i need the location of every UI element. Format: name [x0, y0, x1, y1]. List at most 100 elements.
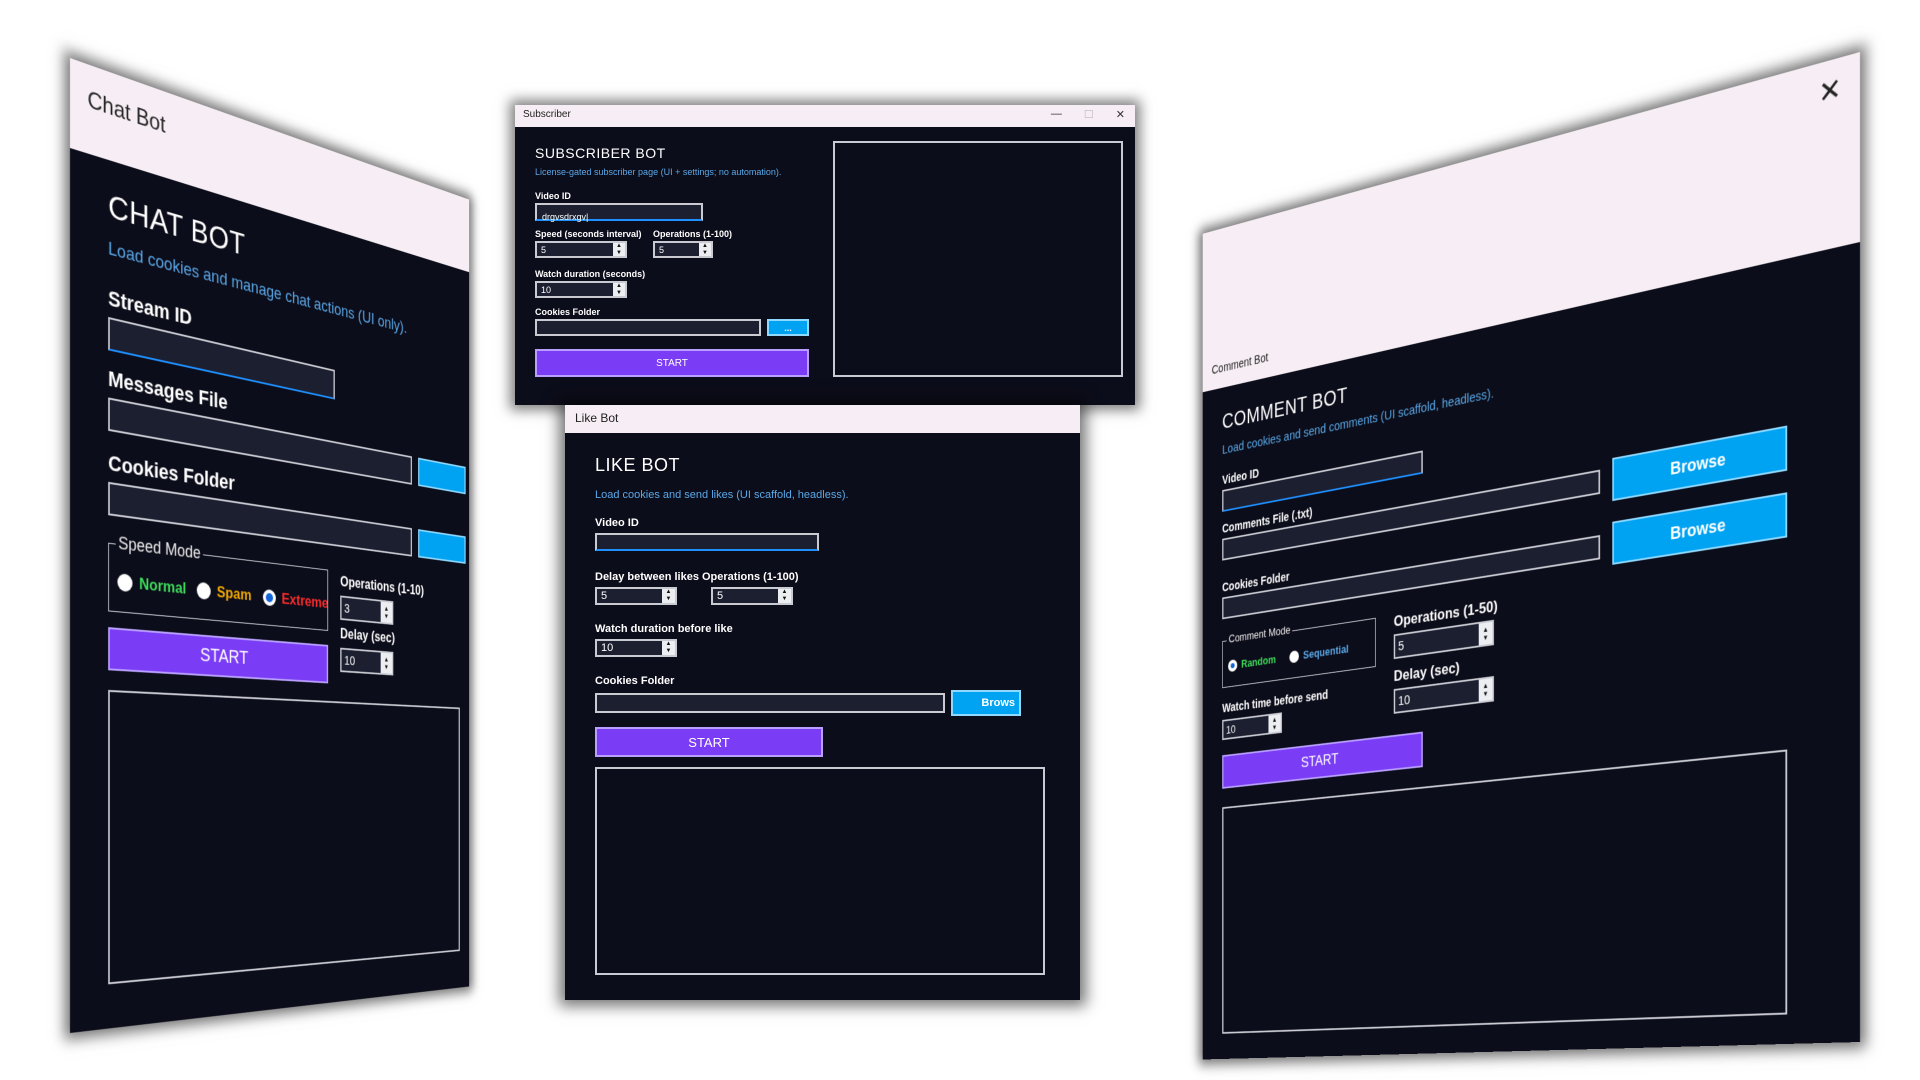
like-video-id-label: Video ID: [595, 517, 639, 529]
spin-arrows-icon[interactable]: ▲ ▼: [1478, 678, 1493, 702]
subscriber-cookies-input[interactable]: [535, 319, 761, 336]
spin-arrows-icon[interactable]: ▲ ▼: [380, 652, 393, 674]
like-start-button[interactable]: START: [595, 727, 823, 757]
spin-arrows-icon[interactable]: ▲ ▼: [613, 283, 625, 296]
comment-mode-group: Comment Mode Random Sequential: [1222, 617, 1376, 689]
like-log-area: [595, 767, 1045, 975]
subscriber-speed-value: 5: [541, 244, 547, 255]
maximize-icon[interactable]: ☐: [1084, 108, 1094, 121]
chat-bot-titlebar: Chat Bot: [70, 58, 470, 273]
close-icon[interactable]: ✕: [1819, 71, 1842, 112]
chat-bot-window-title: Chat Bot: [87, 86, 166, 139]
spin-arrows-icon[interactable]: ▲ ▼: [380, 601, 393, 624]
spin-arrows-icon[interactable]: ▲ ▼: [1268, 714, 1281, 733]
close-icon[interactable]: ✕: [1116, 108, 1125, 121]
comment-start-button[interactable]: START: [1222, 731, 1423, 789]
chat-delay-label: Delay (sec): [340, 626, 395, 647]
comment-watch-value: 10: [1226, 722, 1236, 736]
comments-browse-button[interactable]: Browse: [1612, 425, 1788, 502]
like-cookies-label: Cookies Folder: [595, 675, 675, 687]
like-bot-heading: LIKE BOT: [595, 455, 681, 475]
chat-start-button[interactable]: START: [108, 627, 329, 684]
like-bot-subtitle: Load cookies and send likes (UI scaffold…: [595, 489, 849, 501]
spin-arrows-icon[interactable]: ▲ ▼: [778, 589, 791, 603]
cookies-browse-button[interactable]: [418, 529, 466, 564]
comment-watch-label: Watch time before send: [1222, 687, 1329, 715]
subscriber-operations-label: Operations (1-100): [653, 229, 733, 239]
like-operations-stepper[interactable]: 5 ▲ ▼: [711, 587, 793, 605]
like-bot-titlebar: Like Bot: [565, 405, 1080, 433]
like-bot-window: Like Bot LIKE BOT Load cookies and send …: [565, 405, 1080, 1000]
comment-bot-window: Comment Bot ✕ COMMENT BOT Load cookies a…: [1202, 52, 1860, 1060]
spin-arrows-icon[interactable]: ▲ ▼: [662, 589, 675, 603]
subscriber-speed-label: Speed (seconds interval): [535, 229, 642, 239]
subscriber-operations-value: 5: [659, 244, 665, 255]
subscriber-video-id-input[interactable]: [535, 203, 703, 224]
speed-normal-label: Normal: [139, 574, 187, 598]
subscriber-browse-button[interactable]: ...: [767, 319, 809, 336]
subscriber-operations-stepper[interactable]: 5 ▲ ▼: [653, 241, 713, 258]
comment-mode-legend: Comment Mode: [1226, 622, 1293, 646]
comment-operations-value: 5: [1398, 637, 1405, 654]
comment-bot-window-title: Comment Bot: [1211, 350, 1269, 377]
like-operations-value: 5: [717, 590, 724, 602]
like-browse-button[interactable]: Brows: [951, 690, 1021, 716]
like-delay-ops-label: Delay between likes Operations (1-100): [595, 571, 799, 583]
subscriber-watch-value: 10: [541, 284, 552, 295]
subscriber-bot-window: Subscriber — ☐ ✕ SUBSCRIBER BOT License-…: [515, 105, 1135, 405]
comment-watch-stepper[interactable]: 10 ▲ ▼: [1222, 712, 1282, 741]
comment-bot-titlebar: Comment Bot ✕: [1202, 52, 1860, 393]
radio-selected-icon: [262, 588, 276, 607]
like-video-id-input[interactable]: [595, 533, 819, 551]
radio-circle-icon: [117, 573, 133, 593]
subscriber-window-title: Subscriber: [523, 109, 571, 120]
subscriber-log-area: [833, 141, 1123, 377]
subscriber-watch-label: Watch duration (seconds): [535, 269, 646, 279]
like-delay-value: 5: [601, 590, 608, 602]
like-watch-stepper[interactable]: 10 ▲ ▼: [595, 639, 677, 657]
chat-bot-subtitle: Load cookies and manage chat actions (UI…: [108, 238, 407, 338]
chat-delay-stepper[interactable]: 10 ▲ ▼: [340, 647, 394, 676]
comment-cookies-browse-button[interactable]: Browse: [1612, 492, 1788, 565]
spin-arrows-icon[interactable]: ▲ ▼: [699, 243, 711, 256]
speed-normal-radio[interactable]: Normal: [117, 572, 186, 598]
spin-arrows-icon[interactable]: ▲ ▼: [662, 641, 675, 655]
comment-log-area: [1222, 749, 1788, 1034]
chat-bot-window: Chat Bot CHAT BOT Load cookies and manag…: [70, 58, 470, 1033]
speed-extreme-radio[interactable]: Extreme: [262, 588, 329, 613]
subscriber-video-id-label: Video ID: [535, 191, 571, 201]
speed-mode-legend: Speed Mode: [115, 532, 204, 564]
like-watch-label: Watch duration before like: [595, 623, 733, 635]
mode-random-label: Random: [1241, 652, 1276, 671]
chat-operations-stepper[interactable]: 3 ▲ ▼: [340, 595, 394, 625]
subscriber-titlebar: Subscriber — ☐ ✕: [515, 105, 1135, 127]
subscriber-speed-stepper[interactable]: 5 ▲ ▼: [535, 241, 627, 258]
minimize-icon[interactable]: —: [1051, 108, 1062, 121]
radio-selected-icon: [1228, 658, 1238, 672]
radio-circle-icon: [196, 581, 211, 600]
subscriber-watch-stepper[interactable]: 10 ▲ ▼: [535, 281, 627, 298]
like-watch-value: 10: [601, 642, 614, 654]
chat-log-area: [108, 689, 460, 985]
like-cookies-input[interactable]: [595, 693, 945, 713]
subscriber-start-button[interactable]: START: [535, 349, 809, 377]
messages-browse-button[interactable]: [418, 457, 466, 495]
subscriber-subtitle: License-gated subscriber page (UI + sett…: [535, 167, 782, 177]
comment-video-id-input[interactable]: [1222, 450, 1423, 512]
like-bot-window-title: Like Bot: [575, 411, 619, 425]
mode-random-radio[interactable]: Random: [1228, 653, 1276, 673]
subscriber-video-id-text[interactable]: [537, 210, 701, 224]
mode-sequential-radio[interactable]: Sequential: [1289, 641, 1349, 664]
subscriber-cookies-label: Cookies Folder: [535, 307, 601, 317]
chat-delay-value: 10: [344, 652, 356, 669]
speed-spam-label: Spam: [216, 582, 252, 605]
spin-arrows-icon[interactable]: ▲ ▼: [613, 243, 625, 256]
speed-mode-group: Speed Mode Normal Spam Extreme: [108, 532, 329, 631]
mode-sequential-label: Sequential: [1303, 641, 1349, 662]
spin-arrows-icon[interactable]: ▲ ▼: [1478, 621, 1493, 646]
subscriber-heading: SUBSCRIBER BOT: [535, 145, 666, 161]
like-delay-stepper[interactable]: 5 ▲ ▼: [595, 587, 677, 605]
chat-operations-value: 3: [344, 600, 350, 616]
speed-spam-radio[interactable]: Spam: [196, 581, 252, 605]
speed-extreme-label: Extreme: [281, 589, 329, 612]
